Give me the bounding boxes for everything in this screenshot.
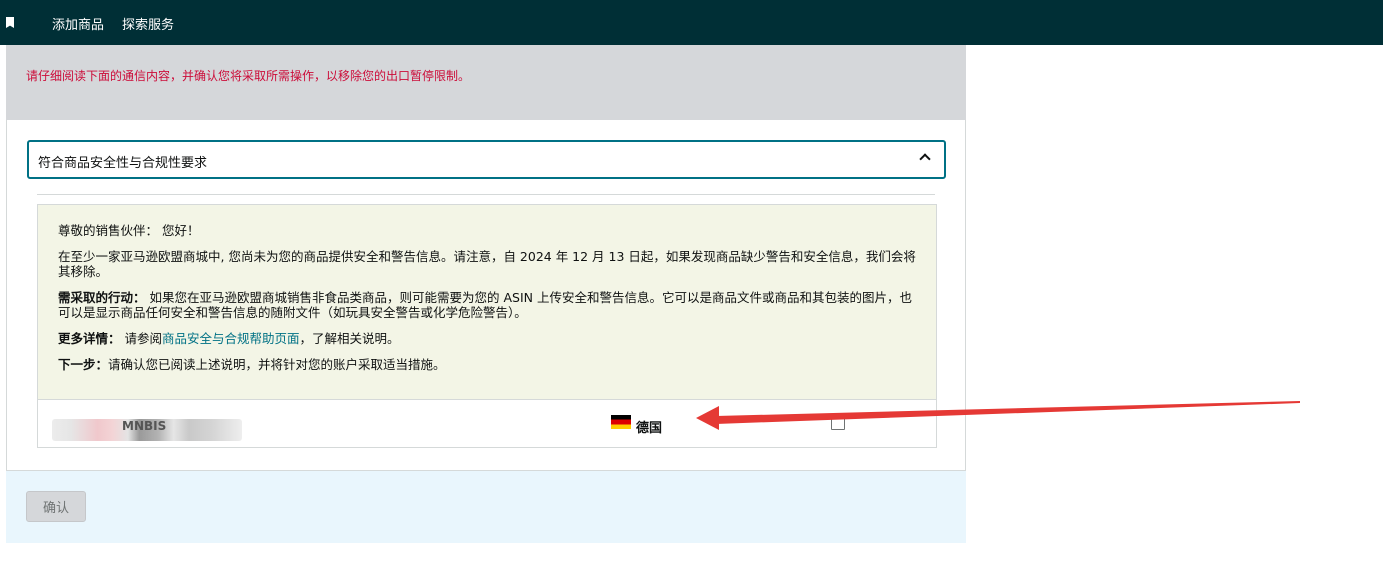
next-step-paragraph: 下一步：请确认您已阅读上述说明，并将针对您的账户采取适当措施。 (58, 357, 916, 372)
action-label: 需采取的行动： (58, 290, 146, 305)
top-navigation-bar: 添加商品 探索服务 (0, 0, 1383, 45)
nav-explore-services[interactable]: 探索服务 (122, 14, 174, 33)
sku-fragment: MNBIS (122, 419, 167, 433)
action-text: 如果您在亚马逊欧盟商城销售非食品类商品，则可能需要为您的 ASIN 上传安全和警… (58, 290, 912, 320)
nav-add-product[interactable]: 添加商品 (52, 14, 104, 33)
intro-paragraph: 在至少一家亚马逊欧盟商城中, 您尚未为您的商品提供安全和警告信息。请注意，自 2… (58, 249, 916, 279)
divider (37, 194, 935, 195)
details-suffix: ，了解相关说明。 (299, 331, 400, 346)
notice-banner: 请仔细阅读下面的通信内容，并确认您将采取所需操作，以移除您的出口暂停限制。 (6, 45, 966, 120)
country-label: 德国 (636, 421, 663, 436)
details-label: 更多详情： (58, 331, 121, 346)
marketplace-row: MNBIS 德国 (37, 400, 937, 448)
accordion-header[interactable]: 符合商品安全性与合规性要求 (27, 140, 946, 179)
details-paragraph: 更多详情： 请参阅商品安全与合规帮助页面，了解相关说明。 (58, 331, 916, 346)
greeting: 尊敬的销售伙伴： 您好！ (58, 223, 200, 238)
footer-bar: 确认 (6, 471, 966, 543)
compliance-panel: 符合商品安全性与合规性要求 尊敬的销售伙伴： 您好！ 在至少一家亚马逊欧盟商城中… (6, 120, 966, 471)
chevron-up-icon[interactable] (919, 153, 931, 165)
germany-flag-icon (611, 415, 631, 429)
accordion-title: 符合商品安全性与合规性要求 (38, 156, 208, 171)
bookmark-icon[interactable] (6, 17, 14, 28)
confirm-button[interactable]: 确认 (26, 491, 86, 522)
acknowledge-checkbox[interactable] (831, 416, 845, 430)
next-text: 请确认您已阅读上述说明，并将针对您的账户采取适当措施。 (108, 357, 446, 372)
next-label: 下一步： (58, 357, 109, 372)
help-page-link[interactable]: 商品安全与合规帮助页面 (162, 331, 300, 346)
notice-text: 请仔细阅读下面的通信内容，并确认您将采取所需操作，以移除您的出口暂停限制。 (26, 69, 471, 83)
action-paragraph: 需采取的行动： 如果您在亚马逊欧盟商城销售非食品类商品，则可能需要为您的 ASI… (58, 290, 916, 320)
message-box: 尊敬的销售伙伴： 您好！ 在至少一家亚马逊欧盟商城中, 您尚未为您的商品提供安全… (37, 204, 937, 400)
details-prefix: 请参阅 (120, 331, 162, 346)
